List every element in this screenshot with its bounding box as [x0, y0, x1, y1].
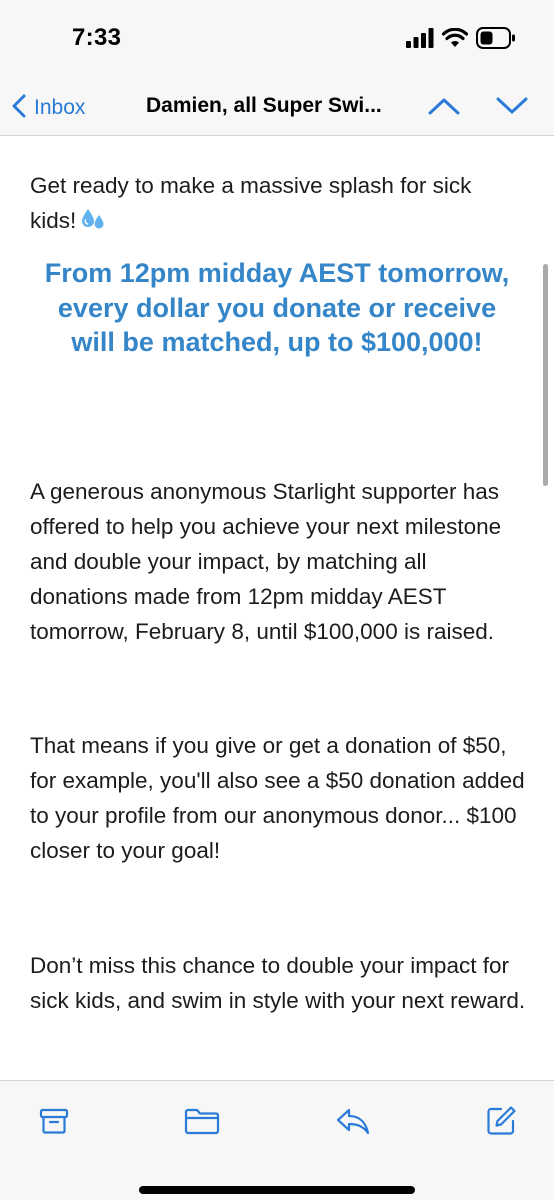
- status-bar: 7:33: [0, 0, 554, 80]
- paragraph-3: Don’t miss this chance to double your im…: [30, 953, 526, 1013]
- next-message-button[interactable]: [492, 90, 532, 126]
- message-body[interactable]: Get ready to make a massive splash for s…: [0, 136, 554, 1080]
- scroll-indicator[interactable]: [543, 264, 548, 486]
- folder-icon: [184, 1107, 220, 1140]
- paragraph-1: A generous anonymous Starlight supporter…: [30, 479, 502, 644]
- status-icons: [406, 26, 516, 54]
- nav-title: Damien, all Super Swi...: [146, 94, 382, 117]
- back-button[interactable]: Inbox: [12, 90, 85, 126]
- paragraph-2: That means if you give or get a donation…: [30, 733, 525, 863]
- nav-bar: Inbox Damien, all Super Swi...: [0, 80, 554, 136]
- chevron-left-icon: [12, 94, 26, 123]
- archive-icon: [39, 1106, 69, 1141]
- headline: From 12pm midday AEST tomorrow, every do…: [44, 258, 510, 357]
- archive-button[interactable]: [32, 1103, 76, 1143]
- move-to-folder-button[interactable]: [180, 1103, 224, 1143]
- status-time: 7:33: [72, 24, 122, 51]
- cellular-signal-icon: [406, 27, 434, 53]
- home-indicator[interactable]: [139, 1186, 415, 1194]
- bottom-toolbar: [0, 1080, 554, 1200]
- compose-icon: [485, 1105, 517, 1142]
- wifi-icon: [441, 27, 469, 53]
- reply-button[interactable]: [331, 1103, 375, 1143]
- chevron-down-icon: [496, 97, 528, 120]
- previous-message-button[interactable]: [424, 90, 464, 126]
- reply-icon: [335, 1107, 371, 1140]
- compose-button[interactable]: [479, 1103, 523, 1143]
- sweat-droplets-icon: [80, 206, 106, 242]
- battery-icon: [476, 26, 516, 54]
- message-intro: Get ready to make a massive splash for s…: [30, 168, 520, 242]
- back-button-label: Inbox: [34, 96, 86, 119]
- chevron-up-icon: [428, 97, 460, 120]
